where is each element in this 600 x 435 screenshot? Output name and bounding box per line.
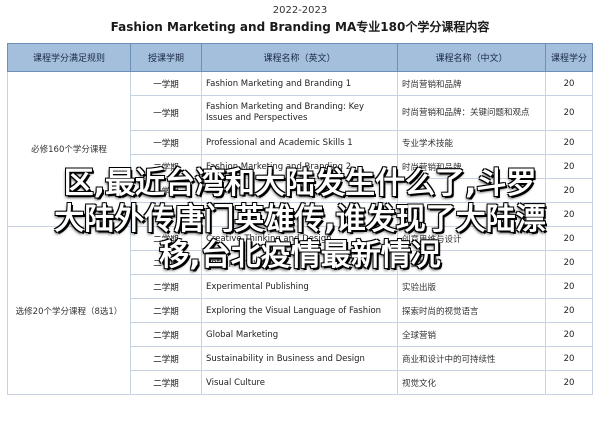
course-name-zh: 时尚营销和品牌 [397, 71, 546, 96]
academic-year: 2022-2023 [272, 5, 328, 16]
course-name-en: Exploring the Visual Language of Fashion [201, 298, 398, 323]
overlay-line-2: 大陆外传唐门英雄传,谁发现了大陆漂 [54, 202, 546, 237]
course-name-en: Professional and Academic Skills 1 [201, 130, 398, 155]
overlay-line-3: 移,台北疫情最新情况 [159, 238, 441, 273]
table-row: 必修160个学分课程 一学期 Fashion Marketing and Bra… [7, 71, 593, 227]
course-name-en: Sustainability in Business and Design [201, 346, 398, 371]
column-header-rule: 课程学分满足规则 [7, 43, 131, 72]
semester-cell: 一学期 [130, 130, 202, 155]
credits-cell: 20 [545, 298, 593, 323]
column-header-semester: 授课学期 [130, 43, 202, 72]
column-header-name-en: 课程名称（英文） [201, 43, 398, 72]
overlay-caption: 区,最近台湾和大陆发生什么了,斗罗 大陆外传唐门英雄传,谁发现了大陆漂 移,台北… [0, 166, 600, 274]
course-name-zh: 专业学术技能 [397, 130, 546, 155]
semester-cell: 二学期 [130, 274, 202, 299]
credits-cell: 20 [545, 274, 593, 299]
course-name-en: Visual Culture [201, 370, 398, 395]
course-name-en: Fashion Marketing and Branding: Key Issu… [201, 95, 398, 131]
course-name-en: Experimental Publishing [201, 274, 398, 299]
document-header: 2022-2023 Fashion Marketing and Branding… [0, 0, 600, 34]
semester-cell: 二学期 [130, 370, 202, 395]
overlay-line-1: 区,最近台湾和大陆发生什么了,斗罗 [63, 166, 537, 201]
document-title: Fashion Marketing and Branding MA专业180个学… [110, 20, 490, 34]
credits-cell: 20 [545, 370, 593, 395]
column-header-credits: 课程学分 [545, 43, 593, 72]
semester-cell: 二学期 [130, 346, 202, 371]
course-name-zh: 实验出版 [397, 274, 546, 299]
credits-cell: 20 [545, 71, 593, 96]
credits-cell: 20 [545, 346, 593, 371]
credits-cell: 20 [545, 95, 593, 131]
table-header-row: 课程学分满足规则 授课学期 课程名称（英文） 课程名称（中文） 课程学分 [7, 43, 593, 72]
course-name-en: Fashion Marketing and Branding 1 [201, 71, 398, 96]
course-name-zh: 视觉文化 [397, 370, 546, 395]
course-name-zh: 商业和设计中的可持续性 [397, 346, 546, 371]
column-header-name-zh: 课程名称（中文） [397, 43, 546, 72]
course-name-zh: 时尚营销和品牌：关键问题和观点 [397, 95, 546, 131]
semester-cell: 二学期 [130, 322, 202, 347]
course-name-zh: 探索时尚的视觉语言 [397, 298, 546, 323]
credits-cell: 20 [545, 130, 593, 155]
course-name-en: Global Marketing [201, 322, 398, 347]
semester-cell: 一学期 [130, 95, 202, 131]
semester-cell: 二学期 [130, 298, 202, 323]
credits-cell: 20 [545, 322, 593, 347]
semester-cell: 一学期 [130, 71, 202, 96]
course-name-zh: 全球营销 [397, 322, 546, 347]
